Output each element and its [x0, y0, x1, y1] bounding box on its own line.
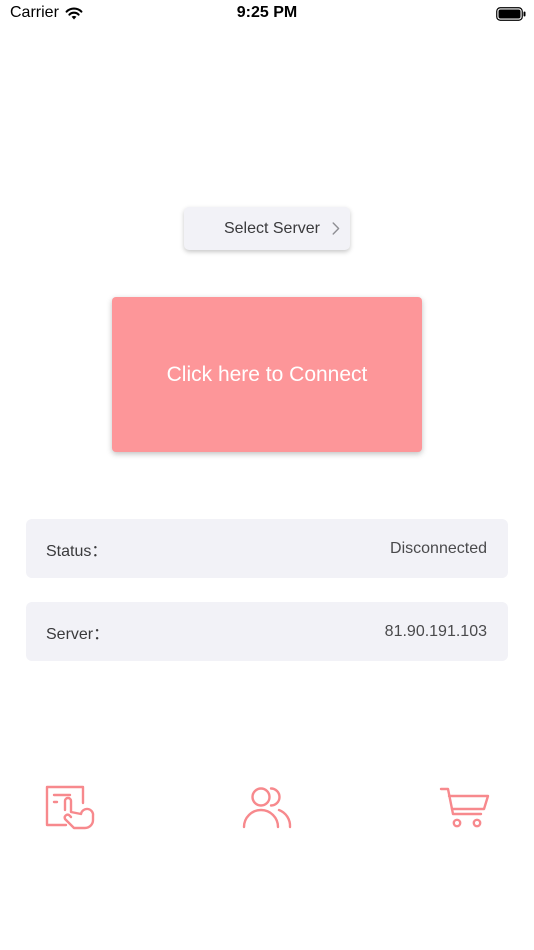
connect-button[interactable]: Click here to Connect	[112, 297, 422, 452]
users-icon[interactable]	[241, 784, 293, 830]
connect-label: Click here to Connect	[166, 362, 368, 386]
touch-document-icon[interactable]	[44, 784, 96, 830]
status-row: Status： Disconnected	[26, 519, 508, 578]
select-server-label: Select Server	[223, 219, 320, 237]
select-server-button[interactable]: Select Server	[184, 207, 350, 250]
server-label: Server：	[46, 625, 110, 643]
status-bar: Carrier 9:25 PM	[0, 0, 534, 30]
battery-icon	[496, 7, 526, 21]
server-row: Server： 81.90.191.103	[26, 602, 508, 661]
server-value: 81.90.191.103	[384, 622, 487, 640]
status-label: Status：	[46, 542, 108, 560]
status-value: Disconnected	[390, 539, 487, 557]
chevron-right-icon	[332, 222, 340, 235]
cart-icon[interactable]	[439, 784, 491, 830]
status-time: 9:25 PM	[236, 4, 298, 21]
